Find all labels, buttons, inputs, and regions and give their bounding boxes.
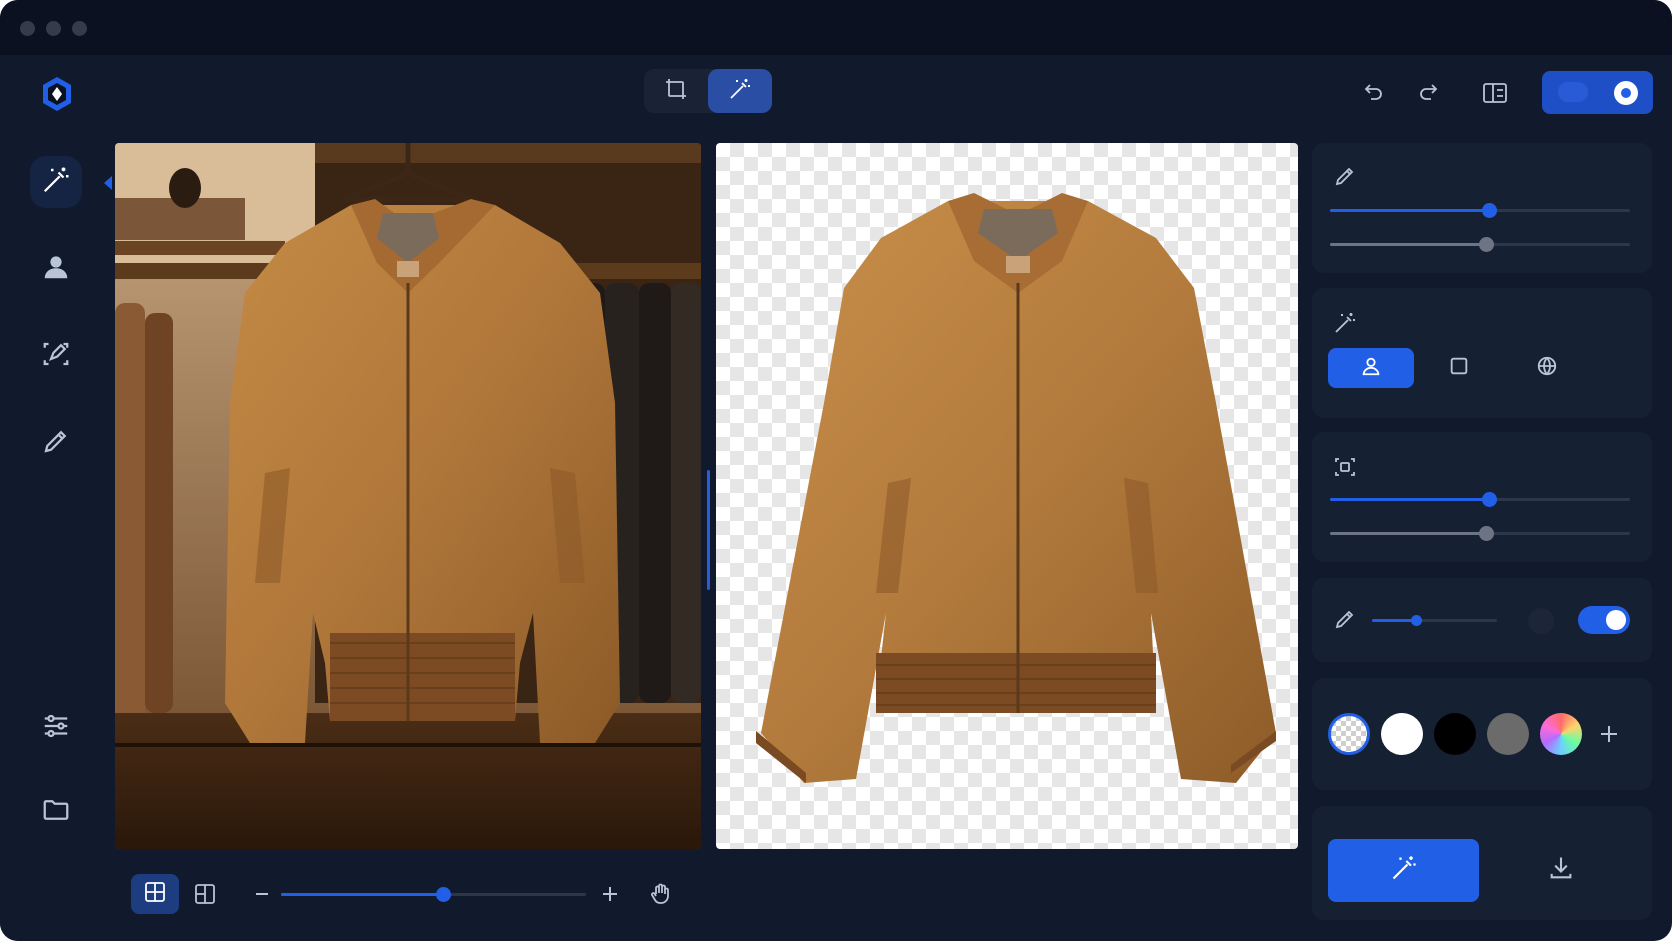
split-view-button[interactable] [185, 874, 225, 914]
zoom-in-icon[interactable] [598, 882, 622, 906]
swatch-white[interactable] [1381, 713, 1423, 755]
toggle-dot [1621, 88, 1631, 98]
shift-edge-slider[interactable] [1330, 526, 1630, 541]
compare-layout-icon[interactable] [1478, 76, 1512, 110]
detect-object-button[interactable] [1416, 348, 1502, 388]
brush-icon [1332, 163, 1358, 189]
apply-button[interactable] [1328, 839, 1479, 902]
toggle-track [1558, 82, 1588, 102]
swatch-black[interactable] [1434, 713, 1476, 755]
toggle-knob [1614, 81, 1638, 105]
zoom-slider[interactable] [281, 887, 586, 902]
crop-mode-button[interactable] [644, 69, 708, 113]
brush-hardness-slider[interactable] [1330, 237, 1630, 252]
refine-preview-dot [1528, 608, 1554, 634]
sidebar-item-magic[interactable] [36, 162, 76, 202]
compare-divider-handle[interactable] [707, 470, 710, 590]
hand-pan-icon[interactable] [645, 878, 677, 910]
brush-icon [41, 426, 71, 461]
toggle-knob [1606, 610, 1626, 630]
slider-fill [281, 893, 443, 896]
slider-fill [1372, 619, 1416, 622]
sidebar-item-folder[interactable] [36, 792, 76, 832]
refine-toggle[interactable] [1578, 606, 1630, 634]
brush-size-slider[interactable] [1330, 203, 1630, 218]
person-icon [1360, 355, 1382, 382]
brush-icon [1332, 606, 1358, 632]
magic-mode-button[interactable] [708, 69, 772, 113]
grid-view-button[interactable] [131, 874, 179, 914]
slider-thumb[interactable] [1481, 492, 1497, 507]
magic-wand-icon [1332, 310, 1358, 336]
app-window [0, 0, 1672, 941]
refine-panel [1312, 578, 1652, 662]
sidebar-item-selection[interactable] [36, 336, 76, 376]
sidebar-item-person[interactable] [36, 249, 76, 289]
selection-panel [1312, 432, 1652, 562]
crop-frame-icon [665, 78, 687, 105]
title-bar [0, 0, 1672, 55]
slider-thumb[interactable] [435, 887, 451, 902]
magic-wand-icon [1390, 854, 1418, 887]
folder-icon [41, 795, 71, 830]
split-view-icon [194, 883, 216, 905]
hexagon-logo-icon [38, 75, 76, 113]
add-swatch-icon[interactable] [1594, 719, 1624, 749]
slider-thumb[interactable] [1481, 203, 1497, 218]
canvas-bottom-bar [115, 866, 715, 924]
zoom-out-icon[interactable] [250, 882, 274, 906]
undo-icon[interactable] [1358, 76, 1390, 108]
adjustments-icon [40, 711, 72, 746]
slider-thumb[interactable] [1410, 615, 1422, 626]
active-indicator [104, 176, 112, 190]
person-icon [41, 252, 71, 287]
swatch-custom-color[interactable] [1540, 713, 1582, 755]
background-swatches [1328, 713, 1648, 755]
detect-mode-group [1328, 348, 1638, 388]
globe-icon [1536, 355, 1558, 382]
selection-edit-icon [41, 339, 71, 374]
refine-slider[interactable] [1372, 615, 1497, 626]
slider-thumb[interactable] [1478, 237, 1494, 252]
sidebar-item-brush[interactable] [36, 423, 76, 463]
slider-fill [1330, 243, 1486, 246]
grid-view-icon [144, 881, 166, 908]
slider-thumb[interactable] [1478, 526, 1494, 541]
original-image-canvas[interactable] [115, 143, 701, 849]
brush-panel [1312, 143, 1652, 273]
window-close-button[interactable] [20, 21, 35, 36]
sidebar-item-adjustments[interactable] [36, 708, 76, 748]
download-button[interactable] [1485, 839, 1637, 902]
slider-fill [1330, 532, 1486, 535]
slider-fill [1330, 498, 1489, 501]
result-image-canvas[interactable] [716, 143, 1298, 849]
window-minimize-button[interactable] [46, 21, 61, 36]
swatch-gray[interactable] [1487, 713, 1529, 755]
square-icon [1448, 355, 1470, 382]
jacket-cutout-transparent [756, 193, 1276, 783]
detect-scene-button[interactable] [1504, 348, 1590, 388]
detect-person-button[interactable] [1328, 348, 1414, 388]
magic-wand-icon [728, 77, 752, 106]
magic-wand-icon [41, 165, 71, 200]
original-jacket-photo [115, 143, 701, 849]
mode-switcher [644, 69, 772, 113]
slider-fill [1330, 209, 1489, 212]
theme-toggle[interactable] [1542, 71, 1653, 114]
window-zoom-button[interactable] [72, 21, 87, 36]
selection-edit-icon [1332, 454, 1358, 480]
swatch-transparent[interactable] [1328, 713, 1370, 755]
download-icon [1547, 854, 1575, 887]
detect-panel [1312, 288, 1652, 418]
feather-slider[interactable] [1330, 492, 1630, 507]
background-panel [1312, 678, 1652, 790]
redo-icon[interactable] [1412, 76, 1444, 108]
